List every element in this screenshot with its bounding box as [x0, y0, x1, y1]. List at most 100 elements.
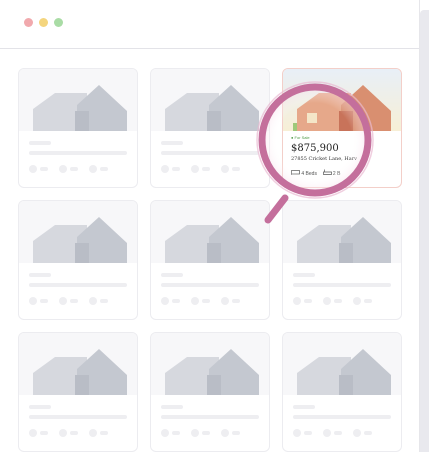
skeleton-dot [353, 297, 361, 305]
skeleton-dot [161, 429, 169, 437]
browser-window: ● For Sale $875,900 27855 Cricket Lane, … [0, 0, 420, 452]
skeleton-dot [323, 297, 331, 305]
skeleton-line [70, 431, 78, 435]
skeleton-line [293, 283, 391, 287]
listing-image-placeholder [151, 201, 269, 263]
house-icon [33, 349, 127, 395]
skeleton-line [100, 431, 108, 435]
skeleton-line [232, 167, 240, 171]
skeleton-dot [353, 429, 361, 437]
bed-icon [291, 170, 301, 177]
skeleton-dot [29, 429, 37, 437]
listing-card-placeholder[interactable] [18, 332, 138, 452]
skeleton-line [29, 151, 127, 155]
listing-card-placeholder[interactable] [150, 200, 270, 320]
skeleton-dot [29, 165, 37, 173]
skeleton-line [29, 283, 127, 287]
skeleton-line [29, 273, 51, 277]
skeleton-line [334, 299, 342, 303]
house-icon [297, 217, 391, 263]
bath-icon [322, 169, 333, 177]
skeleton-line [40, 431, 48, 435]
house-icon [165, 217, 259, 263]
skeleton-line [161, 405, 183, 409]
skeleton-dot [191, 429, 199, 437]
listing-image-placeholder [283, 333, 401, 395]
listing-card-placeholder[interactable] [18, 200, 138, 320]
baths-count: 2 B [332, 171, 341, 177]
skeleton-line [100, 299, 108, 303]
listing-image-placeholder [19, 69, 137, 131]
skeleton-dot [89, 429, 97, 437]
listing-card-placeholder[interactable] [282, 200, 402, 320]
listing-price: $875,900 [291, 143, 339, 154]
listing-card-placeholder[interactable] [150, 332, 270, 452]
skeleton-line [29, 405, 51, 409]
skeleton-line [161, 273, 183, 277]
skeleton-dot [221, 429, 229, 437]
skeleton-line [293, 273, 315, 277]
listing-image-placeholder [19, 333, 137, 395]
house-icon [165, 349, 259, 395]
skeleton-dot [191, 297, 199, 305]
status-badge: ● For Sale [291, 135, 310, 140]
listing-image-placeholder [151, 333, 269, 395]
skeleton-dot [29, 297, 37, 305]
skeleton-line [40, 167, 48, 171]
skeleton-dot [89, 165, 97, 173]
skeleton-line [304, 431, 312, 435]
skeleton-dot [89, 297, 97, 305]
skeleton-line [70, 167, 78, 171]
listing-image-placeholder [283, 201, 401, 263]
skeleton-line [202, 299, 210, 303]
listing-image-placeholder [19, 201, 137, 263]
skeleton-dot [293, 429, 301, 437]
skeleton-line [232, 299, 240, 303]
skeleton-dot [59, 429, 67, 437]
title-bar [0, 0, 419, 49]
beds-count: 4 Beds [301, 171, 317, 177]
skeleton-line [161, 151, 259, 155]
skeleton-line [161, 415, 259, 419]
skeleton-line [334, 431, 342, 435]
listing-card-placeholder[interactable] [282, 332, 402, 452]
listing-card-placeholder[interactable] [18, 68, 138, 188]
skeleton-line [161, 141, 183, 145]
listing-photo [283, 69, 401, 131]
skeleton-line [172, 299, 180, 303]
maximize-window-button[interactable] [54, 18, 63, 27]
skeleton-line [172, 167, 180, 171]
vertical-scrollbar[interactable] [420, 10, 429, 452]
listing-address: 27855 Cricket Lane, Harv [291, 156, 357, 162]
listing-image-placeholder [151, 69, 269, 131]
listing-card[interactable]: ● For Sale $875,900 27855 Cricket Lane, … [282, 68, 402, 188]
skeleton-dot [161, 165, 169, 173]
skeleton-dot [161, 297, 169, 305]
skeleton-line [232, 431, 240, 435]
skeleton-line [364, 431, 372, 435]
listing-card-placeholder[interactable] [150, 68, 270, 188]
skeleton-dot [221, 297, 229, 305]
house-icon [165, 85, 259, 131]
skeleton-dot [323, 429, 331, 437]
skeleton-dot [221, 165, 229, 173]
skeleton-line [29, 141, 51, 145]
skeleton-line [40, 299, 48, 303]
skeleton-line [29, 415, 127, 419]
skeleton-line [70, 299, 78, 303]
skeleton-line [161, 283, 259, 287]
skeleton-line [172, 431, 180, 435]
house-icon [33, 217, 127, 263]
skeleton-line [304, 299, 312, 303]
minimize-window-button[interactable] [39, 18, 48, 27]
close-window-button[interactable] [24, 18, 33, 27]
skeleton-dot [191, 165, 199, 173]
skeleton-line [364, 299, 372, 303]
skeleton-line [293, 405, 315, 409]
skeleton-line [202, 431, 210, 435]
skeleton-dot [293, 297, 301, 305]
listing-meta: 4 Beds 2 B [291, 169, 340, 177]
skeleton-line [293, 415, 391, 419]
skeleton-line [100, 167, 108, 171]
house-icon [297, 349, 391, 395]
